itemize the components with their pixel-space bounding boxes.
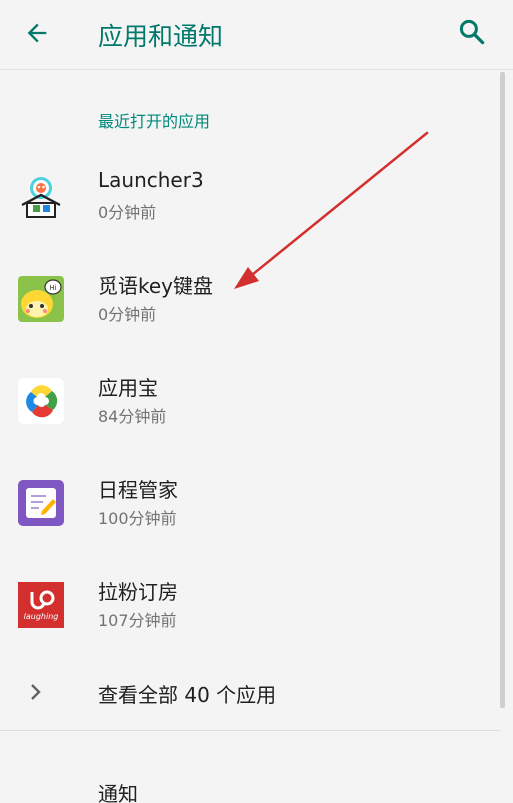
lafen-booking-icon: laughing	[18, 582, 64, 628]
scrollbar[interactable]	[500, 72, 505, 708]
schedule-manager-icon	[18, 480, 64, 526]
back-button[interactable]	[18, 14, 56, 52]
apps-and-notifications-screen: 应用和通知 最近打开的应用 Launcher3 0分钟前 Hi 觅语key键盘 …	[0, 0, 513, 803]
app-last-used: 84分钟前	[98, 407, 167, 426]
search-icon	[459, 19, 485, 45]
app-row-schedule-manager[interactable]: 日程管家 100分钟前	[0, 466, 500, 566]
page-title: 应用和通知	[98, 22, 224, 51]
notifications-item[interactable]: 通知	[98, 778, 138, 803]
miyu-keyboard-icon: Hi	[18, 276, 64, 322]
yingyongbao-icon	[18, 378, 64, 424]
launcher3-icon	[21, 177, 61, 218]
app-name: 觅语key键盘	[98, 274, 214, 298]
app-bar: 应用和通知	[0, 0, 513, 70]
see-all-apps-item[interactable]: 查看全部 40 个应用	[0, 664, 500, 720]
svg-text:laughing: laughing	[24, 612, 59, 621]
app-last-used: 0分钟前	[98, 305, 157, 324]
app-name: 拉粉订房	[98, 580, 178, 604]
app-row-yingyongbao[interactable]: 应用宝 84分钟前	[0, 364, 500, 464]
recent-apps-section-title: 最近打开的应用	[98, 112, 211, 131]
see-all-apps-label: 查看全部 40 个应用	[98, 683, 277, 707]
arrow-left-icon	[27, 23, 47, 43]
app-row-miyu-keyboard[interactable]: Hi 觅语key键盘 0分钟前	[0, 262, 500, 362]
app-name: 应用宝	[98, 376, 158, 400]
svg-text:Hi: Hi	[49, 284, 56, 292]
app-name: Launcher3	[98, 168, 204, 192]
app-last-used: 100分钟前	[98, 509, 177, 528]
section-divider	[0, 730, 500, 731]
app-last-used: 107分钟前	[98, 611, 177, 630]
app-row-lafen-booking[interactable]: laughing 拉粉订房 107分钟前	[0, 568, 500, 668]
app-last-used: 0分钟前	[98, 203, 157, 222]
app-row-launcher3[interactable]: Launcher3 0分钟前	[0, 160, 500, 260]
chevron-right-icon	[31, 684, 41, 700]
app-name: 日程管家	[98, 478, 178, 502]
search-button[interactable]	[452, 12, 492, 52]
